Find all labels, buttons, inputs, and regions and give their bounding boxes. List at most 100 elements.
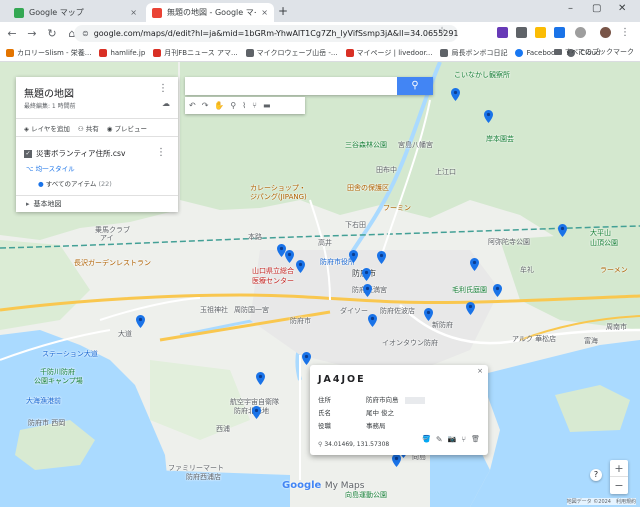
draw-line-icon[interactable]: ⌇ (242, 101, 246, 110)
map-place-label[interactable]: 新防府 (432, 320, 453, 330)
map-marker-pin-icon[interactable] (466, 302, 475, 315)
edit-pencil-icon[interactable]: ✎ (436, 435, 443, 444)
map-marker-pin-icon[interactable] (256, 372, 265, 385)
map-place-label[interactable]: 田舎の保護区 (347, 183, 389, 193)
map-place-label[interactable]: 防府佐波店 (380, 306, 415, 316)
map-place-label[interactable]: 防府市 西岡 (28, 418, 65, 428)
layer-visibility-checkbox[interactable]: ✓ (24, 149, 32, 158)
map-place-label[interactable]: 田布中 (376, 165, 397, 175)
map-place-label[interactable]: 牟礼 (520, 265, 534, 275)
map-marker-pin-icon[interactable] (136, 315, 145, 328)
map-place-label[interactable]: アルク 華松店 (512, 334, 556, 344)
map-marker-pin-icon[interactable] (368, 314, 377, 327)
layer-options-icon[interactable]: ⋮ (156, 147, 166, 158)
map-place-label[interactable]: 山口県立総合 (252, 266, 294, 276)
undo-icon[interactable]: ↶ (189, 101, 196, 110)
map-place-label[interactable]: 周南市 (606, 322, 627, 332)
map-place-label[interactable]: ダイソー (340, 306, 368, 316)
directions-icon[interactable]: ⑂ (461, 435, 466, 444)
map-place-label[interactable]: フーミン (383, 203, 411, 213)
map-place-label[interactable]: 公園キャンプ場 (34, 376, 83, 386)
map-place-label[interactable]: 医療センター (252, 276, 294, 286)
map-place-label[interactable]: 周防国一宮 (234, 305, 269, 315)
forward-button[interactable]: → (24, 27, 40, 40)
map-marker-pin-icon[interactable] (349, 250, 358, 263)
map-marker-pin-icon[interactable] (377, 251, 386, 264)
map-marker-pin-icon[interactable] (493, 284, 502, 297)
bookmark-item[interactable]: 月刊FBニュース アマ... (153, 48, 238, 58)
map-place-label[interactable]: ジパング(JIPANG) (250, 192, 307, 202)
bookmark-item[interactable]: hamlife.jp (99, 48, 145, 57)
map-marker-pin-icon[interactable] (363, 284, 372, 297)
bookmark-star-icon[interactable]: ☆ (438, 26, 446, 36)
map-place-label[interactable]: 防府西浦店 (186, 472, 221, 482)
map-place-label[interactable]: こいなかし観察所 (454, 70, 510, 80)
hand-tool-icon[interactable]: ✋ (214, 101, 224, 110)
map-marker-pin-icon[interactable] (362, 268, 371, 281)
new-tab-button[interactable]: + (278, 4, 288, 18)
address-bar[interactable]: ⊜ google.com/maps/d/edit?hl=ja&mid=1bGRm… (74, 25, 458, 42)
map-place-label[interactable]: 上江口 (435, 167, 456, 177)
map-place-label[interactable]: 高井 (318, 238, 332, 248)
bookmark-item[interactable]: マイクロウェーブ山岳 -... (245, 48, 338, 58)
map-place-label[interactable]: 大道 (118, 329, 132, 339)
extension-icon[interactable] (516, 27, 527, 38)
help-button[interactable]: ? (590, 469, 602, 481)
extension-icon[interactable] (535, 27, 546, 38)
map-place-label[interactable]: 阿弥陀寺公園 (488, 237, 530, 247)
site-info-icon[interactable]: ⊜ (82, 29, 89, 38)
map-place-label[interactable]: 三谷森林公園 (345, 140, 387, 150)
bookmark-item[interactable]: 局長ボンボコ日記 (440, 48, 507, 58)
map-place-label[interactable]: アイ (100, 233, 114, 243)
profile-avatar[interactable] (600, 27, 611, 38)
map-options-icon[interactable]: ⋮ (158, 83, 168, 94)
layer-row[interactable]: ✓ 災害ボランティア住所.csv (24, 148, 125, 159)
map-attribution[interactable]: 地図データ ©2024 利用規約 (566, 498, 636, 505)
layer-style-link[interactable]: ⌥ 均一スタイル (26, 163, 75, 173)
map-marker-pin-icon[interactable] (424, 308, 433, 321)
all-items-row[interactable]: ● すべてのアイテム (22) (38, 178, 112, 188)
map-place-label[interactable]: 毛利氏庭園 (452, 285, 487, 295)
share-button[interactable]: ⚇ 共有 (78, 123, 99, 133)
delete-icon[interactable]: 🗑 (471, 435, 480, 444)
tab-my-maps[interactable]: 無題の地図 - Google マイマップ × (146, 3, 274, 22)
map-marker-pin-icon[interactable] (285, 250, 294, 263)
map-place-label[interactable]: 大平山 (590, 228, 611, 238)
measure-ruler-icon[interactable]: ▬ (263, 101, 271, 110)
search-input[interactable] (185, 77, 397, 95)
close-icon[interactable]: × (477, 367, 483, 375)
all-bookmarks-button[interactable]: すべてのブックマーク (553, 47, 634, 57)
back-button[interactable]: ← (4, 27, 20, 40)
directions-icon[interactable]: ⑂ (252, 101, 257, 110)
puzzle-extensions-icon[interactable] (575, 27, 586, 38)
zoom-in-button[interactable]: + (610, 460, 628, 477)
close-tab-icon[interactable]: × (261, 8, 268, 17)
map-place-label[interactable]: 本路 (248, 232, 262, 242)
map-place-label[interactable]: 長沢ガーデンレストラン (74, 258, 151, 268)
map-place-label[interactable]: 下右田 (345, 220, 366, 230)
map-place-label[interactable]: ステーション大道 (42, 349, 98, 359)
map-place-label[interactable]: 岸本園芸 (486, 134, 514, 144)
layer-name[interactable]: 災害ボランティア住所.csv (36, 148, 125, 159)
map-marker-pin-icon[interactable] (470, 258, 479, 271)
redo-icon[interactable]: ↷ (202, 101, 209, 110)
map-marker-pin-icon[interactable] (451, 88, 460, 101)
map-place-label[interactable]: 大海漁港前 (26, 396, 61, 406)
search-button[interactable]: ⚲ (397, 77, 433, 95)
map-marker-pin-icon[interactable] (558, 224, 567, 237)
map-place-label[interactable]: 西浦 (216, 424, 230, 434)
style-paint-bucket-icon[interactable]: 🪣 (422, 435, 431, 444)
extension-icon[interactable] (497, 27, 508, 38)
minimize-button[interactable]: – (568, 3, 573, 14)
tab-google-maps[interactable]: Google マップ × (8, 3, 143, 22)
map-place-label[interactable]: 向島運動公園 (345, 490, 387, 500)
preview-button[interactable]: ◉ プレビュー (107, 123, 147, 133)
map-place-label[interactable]: 防府市 (290, 316, 311, 326)
base-map-row[interactable]: ▸ 基本地図 (16, 195, 178, 212)
add-marker-icon[interactable]: ⚲ (230, 101, 236, 110)
map-marker-pin-icon[interactable] (296, 260, 305, 273)
add-photo-icon[interactable]: 📷 (448, 435, 457, 444)
map-place-label[interactable]: イオンタウン防府 (382, 338, 438, 348)
close-window-button[interactable]: ✕ (618, 3, 626, 14)
map-place-label[interactable]: 宮島八幡宮 (398, 140, 433, 150)
